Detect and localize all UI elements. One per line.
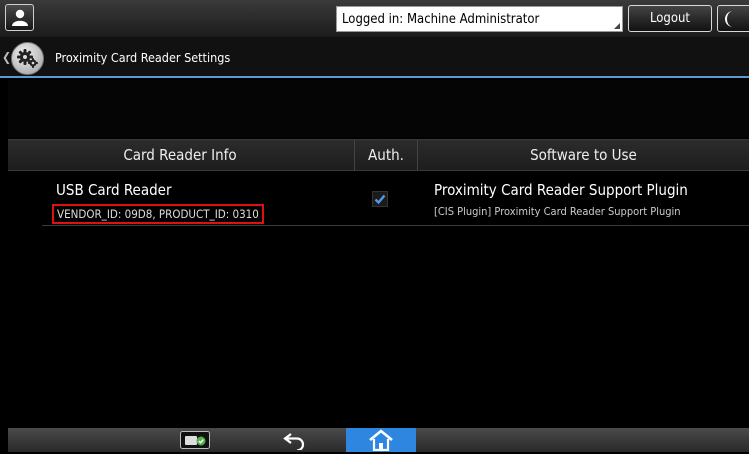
bottom-bar [8, 428, 749, 452]
toolbar-area [8, 80, 749, 138]
gear-icon [17, 49, 38, 68]
column-header-auth: Auth. [354, 140, 418, 170]
sd-card-icon [180, 431, 210, 449]
login-status-text: Logged in: Machine Administrator [342, 12, 540, 27]
reader-ids: VENDOR_ID: 09D8, PRODUCT_ID: 0310 [52, 204, 264, 224]
software-name: Proximity Card Reader Support Plugin [434, 181, 688, 199]
column-header-card-reader-info: Card Reader Info [123, 146, 237, 164]
energy-saver-button[interactable] [717, 5, 749, 32]
logout-button[interactable]: Logout [628, 5, 712, 32]
home-button[interactable] [346, 428, 416, 452]
top-status-bar: Logged in: Machine Administrator Logout [0, 0, 749, 37]
reader-name: USB Card Reader [56, 181, 172, 199]
back-button[interactable] [282, 430, 308, 454]
home-icon [369, 429, 393, 451]
user-button[interactable] [5, 4, 34, 31]
moon-icon [725, 11, 733, 27]
back-chevron-icon[interactable]: ❮ [2, 50, 11, 64]
auth-checkbox[interactable] [372, 191, 388, 207]
column-header-software: Software to Use [530, 146, 637, 164]
title-bar: ❮ Proximity Card Reader Settings [0, 37, 749, 78]
user-icon [12, 9, 28, 26]
resize-corner-icon [614, 23, 620, 29]
back-arrow-icon [283, 433, 305, 452]
sd-card-button[interactable] [180, 431, 210, 453]
table-header: Card Reader Info Auth. Software to Use [8, 139, 749, 171]
settings-gear-button[interactable] [11, 42, 44, 75]
table-row[interactable]: USB Card Reader VENDOR_ID: 09D8, PRODUCT… [42, 171, 749, 226]
software-subtitle: [CIS Plugin] Proximity Card Reader Suppo… [434, 205, 681, 218]
page-title: Proximity Card Reader Settings [55, 50, 231, 65]
checkmark-icon [374, 194, 386, 205]
login-status-field[interactable]: Logged in: Machine Administrator [336, 6, 623, 32]
